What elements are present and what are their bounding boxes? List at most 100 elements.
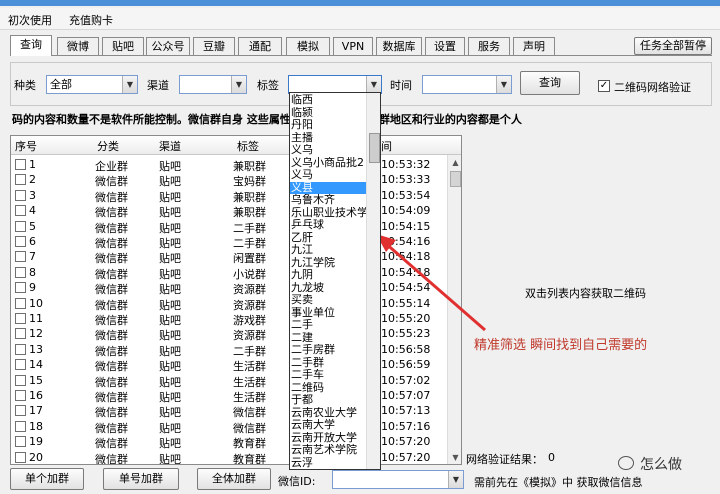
tab-database[interactable]: 数据库	[376, 37, 422, 56]
tag-dropdown-item[interactable]: 九阴	[290, 269, 366, 281]
table-row[interactable]: 4 微信群 贴吧 兼职群 10:54:09	[11, 203, 447, 219]
col-tag[interactable]: 标签	[237, 138, 259, 154]
row-checkbox[interactable]	[15, 282, 26, 294]
row-checkbox[interactable]	[15, 251, 26, 263]
chevron-down-icon[interactable]: ▼	[448, 471, 463, 488]
pause-all-button[interactable]: 任务全部暂停	[634, 37, 712, 55]
tag-dropdown-item[interactable]: 二手房群	[290, 344, 366, 356]
menu-first-use[interactable]: 初次使用	[8, 12, 52, 28]
tag-dropdown-item[interactable]: 二维码	[290, 382, 366, 394]
tag-dropdown-item[interactable]: 义马	[290, 169, 366, 181]
row-checkbox[interactable]	[15, 189, 26, 201]
row-checkbox[interactable]	[15, 359, 26, 371]
tag-dropdown-scroll-thumb[interactable]	[369, 133, 380, 163]
row-checkbox[interactable]	[15, 436, 26, 448]
row-checkbox[interactable]	[15, 328, 26, 340]
query-button[interactable]: 查询	[520, 71, 580, 95]
batch-add-button[interactable]: 单号加群	[103, 468, 179, 490]
single-add-button[interactable]: 单个加群	[10, 468, 84, 490]
chevron-down-icon[interactable]: ▼	[496, 76, 511, 93]
row-checkbox[interactable]	[15, 374, 26, 386]
table-row[interactable]: 17 微信群 贴吧 微信群 10:57:13	[11, 403, 447, 419]
table-row[interactable]: 15 微信群 贴吧 生活群 10:57:02	[11, 373, 447, 389]
table-row[interactable]: 13 微信群 贴吧 二手群 10:56:58	[11, 342, 447, 358]
tag-dropdown-item[interactable]: 临颍	[290, 107, 366, 119]
row-checkbox[interactable]	[15, 205, 26, 217]
tag-dropdown-scrollbar[interactable]	[366, 93, 380, 469]
tag-dropdown-item[interactable]: 乌鲁木齐	[290, 194, 366, 206]
qr-verify-checkbox[interactable]: ✓	[598, 80, 610, 92]
wechat-id-select[interactable]: ▼	[332, 470, 464, 489]
row-checkbox[interactable]	[15, 266, 26, 278]
scroll-up-icon[interactable]: ▲	[448, 155, 461, 170]
row-checkbox[interactable]	[15, 297, 26, 309]
tag-dropdown-item[interactable]: 乙肝	[290, 232, 366, 244]
tab-service[interactable]: 服务	[468, 37, 510, 56]
table-row[interactable]: 16 微信群 贴吧 生活群 10:57:07	[11, 388, 447, 404]
col-index[interactable]: 序号	[15, 138, 37, 154]
tag-dropdown-item[interactable]: 云南艺术学院	[290, 444, 366, 456]
row-checkbox[interactable]	[15, 390, 26, 401]
tag-dropdown-item[interactable]: 九龙坡	[290, 282, 366, 294]
menu-recharge[interactable]: 充值购卡	[69, 12, 113, 28]
all-add-button[interactable]: 全体加群	[197, 468, 271, 490]
tag-dropdown-item[interactable]: 二手车	[290, 369, 366, 381]
table-row[interactable]: 18 微信群 贴吧 微信群 10:57:16	[11, 419, 447, 435]
type-select[interactable]: 全部 ▼	[46, 75, 138, 94]
chevron-down-icon[interactable]: ▼	[231, 76, 246, 93]
tab-wildcard[interactable]: 通配	[238, 37, 282, 56]
table-row[interactable]: 20 微信群 贴吧 教育群 10:57:20	[11, 450, 447, 464]
col-time[interactable]: 间	[381, 138, 392, 154]
col-category[interactable]: 分类	[97, 138, 119, 154]
chevron-down-icon[interactable]: ▼	[366, 76, 381, 93]
tag-dropdown-item[interactable]: 二手	[290, 319, 366, 331]
chevron-down-icon[interactable]: ▼	[122, 76, 137, 93]
row-checkbox[interactable]	[15, 159, 26, 170]
tab-query[interactable]: 查询	[10, 35, 52, 56]
table-row[interactable]: 2 微信群 贴吧 宝妈群 10:53:33	[11, 172, 447, 188]
time-select[interactable]: ▼	[422, 75, 512, 94]
tab-simulate[interactable]: 模拟	[286, 37, 330, 56]
tag-dropdown-item[interactable]: 主播	[290, 132, 366, 144]
tag-dropdown-item[interactable]: 云浮	[290, 457, 366, 469]
tag-dropdown-item[interactable]: 云南大学	[290, 419, 366, 431]
table-row[interactable]: 3 微信群 贴吧 兼职群 10:53:54	[11, 188, 447, 204]
tag-dropdown-item[interactable]: 义乌	[290, 144, 366, 156]
col-channel[interactable]: 渠道	[159, 138, 181, 154]
tab-statement[interactable]: 声明	[513, 37, 555, 56]
tab-douban[interactable]: 豆瓣	[193, 37, 235, 56]
row-checkbox[interactable]	[15, 343, 26, 355]
scroll-thumb[interactable]	[450, 171, 461, 187]
table-row[interactable]: 14 微信群 贴吧 生活群 10:56:59	[11, 357, 447, 373]
tab-official-account[interactable]: 公众号	[146, 37, 190, 56]
row-checkbox[interactable]	[15, 220, 26, 232]
row-checkbox[interactable]	[15, 420, 26, 432]
tag-dropdown-item[interactable]: 二手群	[290, 357, 366, 369]
row-checkbox[interactable]	[15, 313, 26, 324]
tag-dropdown-item[interactable]: 事业单位	[290, 307, 366, 319]
table-row[interactable]: 1 企业群 贴吧 兼职群 10:53:32	[11, 157, 447, 173]
tag-dropdown-item[interactable]: 乐山职业技术学	[290, 207, 366, 219]
tag-dropdown-item[interactable]: 二建	[290, 332, 366, 344]
channel-select[interactable]: ▼	[179, 75, 247, 94]
tag-dropdown-item[interactable]: 于都	[290, 394, 366, 406]
row-checkbox[interactable]	[15, 405, 26, 417]
tab-settings[interactable]: 设置	[425, 37, 465, 56]
tab-tieba[interactable]: 贴吧	[102, 37, 144, 56]
tag-dropdown-item[interactable]: 九江	[290, 244, 366, 256]
tab-weibo[interactable]: 微博	[57, 37, 99, 56]
tag-dropdown-item[interactable]: 义县	[290, 181, 366, 194]
tag-dropdown-item[interactable]: 乒乓球	[290, 219, 366, 231]
tag-dropdown-item[interactable]: 临西	[290, 94, 366, 106]
tab-vpn[interactable]: VPN	[333, 37, 373, 56]
tag-dropdown-item[interactable]: 义乌小商品批2	[290, 157, 366, 169]
tag-dropdown-item[interactable]: 买卖	[290, 294, 366, 306]
tag-dropdown-item[interactable]: 云南农业大学	[290, 407, 366, 419]
row-checkbox[interactable]	[15, 236, 26, 247]
table-row[interactable]: 19 微信群 贴吧 教育群 10:57:20	[11, 434, 447, 450]
tag-dropdown-item[interactable]: 九江学院	[290, 257, 366, 269]
tag-dropdown-item[interactable]: 丹阳	[290, 119, 366, 131]
tag-dropdown-item[interactable]: 云南开放大学	[290, 432, 366, 444]
row-checkbox[interactable]	[15, 174, 26, 186]
row-checkbox[interactable]	[15, 451, 26, 463]
